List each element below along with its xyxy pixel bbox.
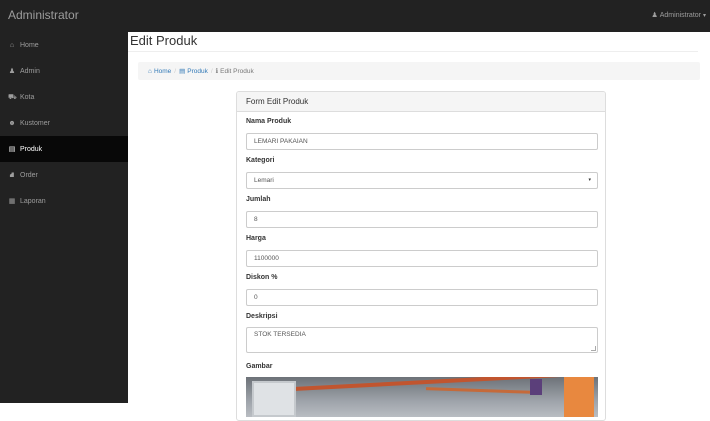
kategori-select[interactable]: Lemari ▾: [246, 172, 598, 189]
car-icon: ⛟: [8, 93, 17, 101]
jumlah-label: Jumlah: [246, 196, 271, 203]
sidebar-item-label: Admin: [20, 67, 40, 75]
user-icon: ♟: [8, 68, 16, 75]
user-menu[interactable]: ♟ Administrator ▾: [651, 11, 706, 20]
sidebar-item-label: Kota: [20, 93, 35, 101]
nama-produk-label: Nama Produk: [246, 118, 292, 125]
breadcrumb-home[interactable]: ⌂ Home: [148, 68, 171, 75]
main-content: Edit Produk ⌂ Home / ▤ Produk / ℹ Edit P…: [128, 32, 710, 421]
breadcrumb-separator: /: [210, 67, 213, 75]
breadcrumb-separator: /: [174, 67, 177, 75]
database-icon: ▤: [179, 68, 186, 75]
gambar-label: Gambar: [246, 363, 273, 370]
top-navbar: Administrator ♟ Administrator ▾: [0, 0, 710, 32]
diskon-label: Diskon %: [246, 274, 278, 281]
sidebar-item-admin[interactable]: ♟ Admin: [0, 58, 128, 84]
breadcrumb-produk[interactable]: ▤ Produk: [179, 67, 208, 76]
image-wardrobe: [252, 381, 296, 417]
info-icon: ℹ: [215, 68, 219, 75]
sidebar-item-label: Order: [20, 171, 38, 179]
report-icon: ▦: [8, 198, 16, 205]
breadcrumb-current-label: Edit Produk: [220, 67, 254, 75]
deskripsi-text: STOK TERSEDIA: [254, 331, 306, 338]
resize-handle-icon[interactable]: [591, 346, 596, 351]
deskripsi-textarea[interactable]: STOK TERSEDIA: [246, 327, 598, 353]
breadcrumb-produk-label: Produk: [187, 67, 208, 75]
breadcrumb-current: ℹ Edit Produk: [215, 67, 254, 76]
database-icon: ▤: [8, 146, 16, 153]
sidebar-item-label: Produk: [20, 145, 43, 153]
home-icon: ⌂: [148, 67, 152, 75]
breadcrumb-home-label: Home: [153, 67, 172, 75]
sidebar: ⌂ Home ♟ Admin ⛟ Kota ☻ Kustomer ▤ Produ…: [0, 32, 128, 403]
user-menu-label: Administrator: [659, 11, 701, 19]
chevron-down-icon: ▾: [588, 177, 591, 183]
image-orange-wall: [564, 377, 594, 417]
sidebar-item-label: Kustomer: [20, 119, 50, 127]
users-icon: ☻: [8, 119, 16, 127]
brand-title[interactable]: Administrator: [8, 8, 79, 22]
jumlah-input[interactable]: 8: [246, 211, 598, 228]
home-icon: ⌂: [9, 41, 15, 49]
harga-input[interactable]: 1100000: [246, 250, 598, 267]
image-purple-box: [530, 379, 542, 395]
panel-heading: Form Edit Produk: [237, 92, 605, 112]
user-icon: ♟: [651, 12, 658, 19]
breadcrumb: ⌂ Home / ▤ Produk / ℹ Edit Produk: [138, 62, 700, 80]
edit-product-panel: Form Edit Produk Nama Produk LEMARI PAKA…: [236, 91, 606, 421]
product-image: [246, 377, 598, 417]
deskripsi-label: Deskripsi: [246, 313, 278, 320]
kategori-label: Kategori: [246, 157, 275, 164]
sidebar-item-laporan[interactable]: ▦ Laporan: [0, 188, 128, 214]
harga-label: Harga: [246, 235, 266, 242]
sidebar-item-kustomer[interactable]: ☻ Kustomer: [0, 110, 128, 136]
sidebar-item-label: Home: [20, 41, 39, 49]
nama-produk-input[interactable]: LEMARI PAKAIAN: [246, 133, 598, 150]
sidebar-item-label: Laporan: [20, 197, 46, 205]
caret-down-icon: ▾: [702, 12, 706, 19]
diskon-input[interactable]: 0: [246, 289, 598, 306]
kategori-selected-value: Lemari: [254, 177, 274, 184]
sidebar-item-kota[interactable]: ⛟ Kota: [0, 84, 128, 110]
cart-icon: ⛘: [9, 171, 15, 179]
page-title: Edit Produk: [128, 32, 698, 52]
sidebar-item-produk[interactable]: ▤ Produk: [0, 136, 128, 162]
sidebar-item-home[interactable]: ⌂ Home: [0, 32, 128, 58]
sidebar-item-order[interactable]: ⛘ Order: [0, 162, 128, 188]
